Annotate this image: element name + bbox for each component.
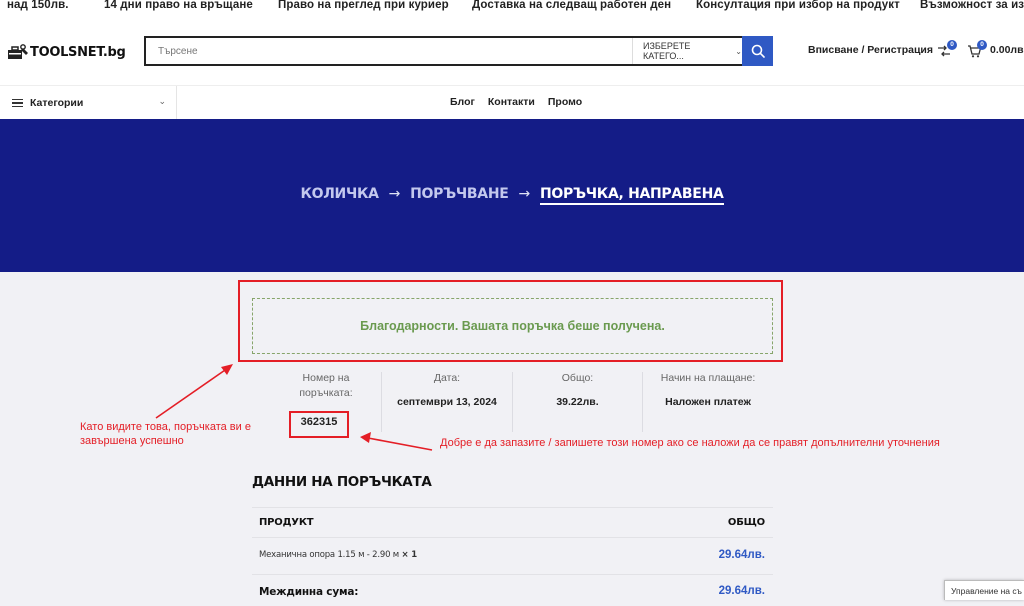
column-product: ПРОДУКТ (259, 517, 314, 528)
details-table-header: ПРОДУКТ ОБЩО (252, 507, 773, 538)
column-total: ОБЩО (727, 517, 765, 528)
order-details-title: ДАННИ НА ПОРЪЧКАТА (252, 474, 432, 490)
annotation-left: Като видите това, поръчката ви е завърше… (80, 421, 251, 447)
annotation-right: Добре е да запазите / запишете този номе… (440, 437, 940, 449)
product-price: 29.64лв. (718, 549, 765, 561)
product-name: Механична опора 1.15 м - 2.90 м × 1 (259, 550, 417, 560)
subtotal-label: Междинна сума: (259, 586, 359, 598)
table-row: Механична опора 1.15 м - 2.90 м × 1 29.6… (252, 538, 773, 575)
product-qty: × 1 (401, 550, 418, 560)
subtotal-row: Междинна сума: 29.64лв. (252, 576, 773, 606)
subtotal-value: 29.64лв. (718, 585, 765, 597)
product-link[interactable]: Механична опора 1.15 м - 2.90 м (259, 550, 399, 560)
cookie-settings-button[interactable]: Управление на съ (944, 580, 1024, 600)
